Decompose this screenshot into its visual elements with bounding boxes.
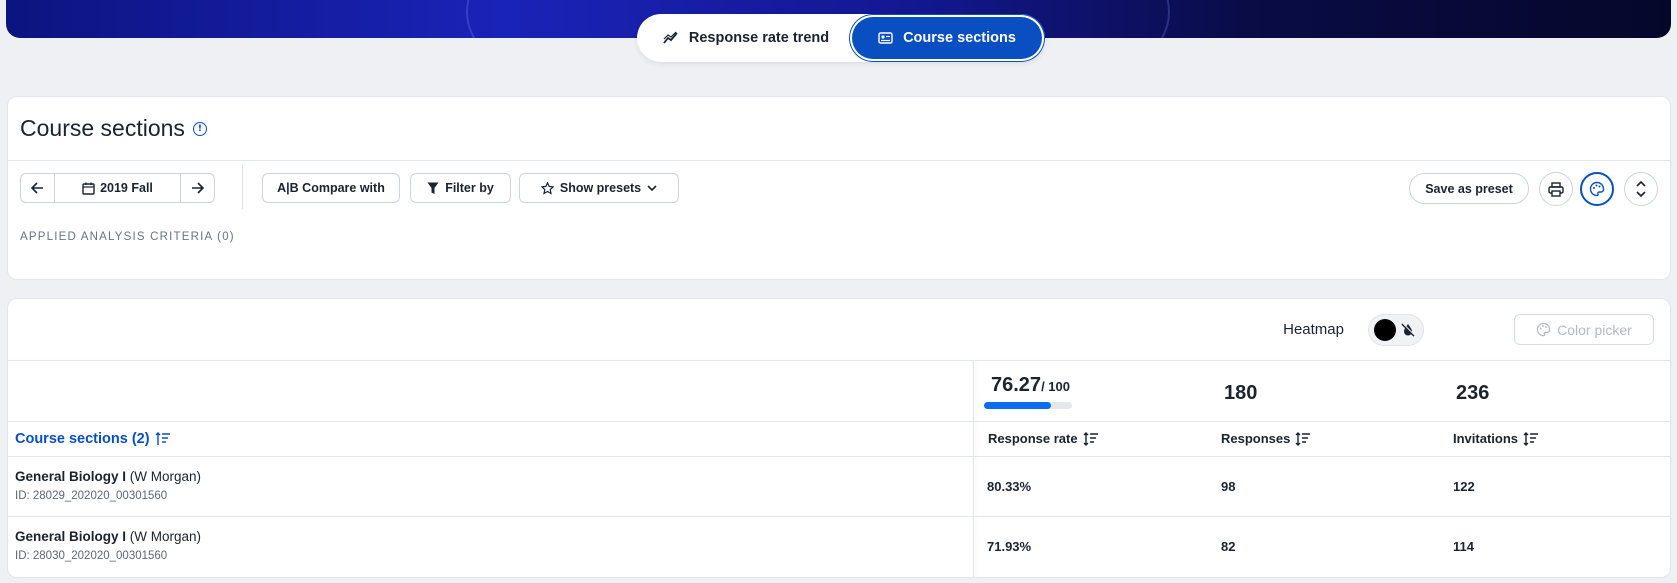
responses-column-header[interactable]: Responses	[1221, 431, 1311, 446]
course-title: General Biology I	[15, 469, 127, 484]
save-as-preset-button[interactable]: Save as preset	[1409, 173, 1529, 204]
responses-column-label: Responses	[1221, 431, 1291, 446]
summary-response-rate-max: / 100	[1041, 379, 1070, 394]
drop-off-icon	[1401, 323, 1415, 337]
term-label: 2019 Fall	[100, 181, 153, 195]
title-row: Course sections !	[8, 97, 1670, 161]
heatmap-label: Heatmap	[1283, 321, 1344, 338]
response-rate-progress-fill	[984, 402, 1052, 409]
instructor-name: (W Morgan)	[129, 469, 202, 484]
toggle-knob	[1374, 319, 1396, 341]
course-sections-column-label: Course sections (2)	[15, 431, 150, 447]
table-row-course-name[interactable]: General Biology I (W Morgan)	[15, 469, 201, 484]
invitations-column-header[interactable]: Invitations	[1453, 431, 1539, 446]
arrow-right-icon	[192, 182, 204, 194]
trend-line-icon	[663, 31, 678, 44]
course-id: ID: 28030_202020_00301560	[15, 550, 168, 562]
term-navigator: 2019 Fall	[20, 173, 215, 203]
sort-icon	[1523, 431, 1539, 446]
compare-with-label: A|B Compare with	[277, 181, 385, 195]
filter-icon	[427, 182, 439, 194]
frozen-column-divider	[973, 360, 974, 577]
toolbar: 2019 Fall A|B Compare with Filter by Sho…	[20, 165, 1658, 209]
table-top-border	[8, 360, 1670, 361]
course-sections-table-card: Heatmap Color picker	[7, 298, 1671, 578]
invitations-column-label: Invitations	[1453, 431, 1519, 446]
response-rate-cell: 80.33%	[987, 479, 1032, 494]
course-sections-tab[interactable]: Course sections	[852, 17, 1042, 59]
show-presets-label: Show presets	[559, 181, 642, 195]
compare-with-button[interactable]: A|B Compare with	[262, 173, 400, 203]
page-title: Course sections	[20, 115, 185, 141]
course-sections-column-header[interactable]: Course sections (2)	[15, 431, 171, 447]
palette-icon	[1589, 181, 1605, 197]
sort-icon	[155, 432, 170, 445]
filter-by-button[interactable]: Filter by	[410, 173, 511, 203]
expand-collapse-button[interactable]	[1624, 172, 1658, 206]
sort-icon	[1083, 431, 1098, 446]
response-rate-column-header[interactable]: Response rate	[988, 431, 1099, 446]
response-rate-progress-bar	[984, 402, 1072, 409]
responses-cell: 98	[1221, 479, 1236, 494]
responses-cell: 82	[1221, 539, 1236, 554]
arrow-left-icon	[31, 182, 43, 194]
table-row-border	[8, 456, 1670, 457]
color-picker-button[interactable]: Color picker	[1514, 314, 1654, 345]
table-row-course-name[interactable]: General Biology I (W Morgan)	[15, 529, 201, 544]
star-icon	[540, 181, 554, 195]
term-selector[interactable]: 2019 Fall	[54, 174, 181, 202]
palette-icon	[1536, 322, 1551, 337]
color-picker-label: Color picker	[1557, 321, 1632, 338]
invitations-cell: 114	[1453, 539, 1474, 554]
print-button[interactable]	[1539, 172, 1573, 206]
instructor-name: (W Morgan)	[129, 529, 202, 544]
response-rate-trend-label: Response rate trend	[688, 30, 830, 46]
heatmap-toggle[interactable]	[1368, 314, 1424, 346]
course-sections-tab-label: Course sections	[903, 30, 1016, 46]
previous-term-button[interactable]	[21, 174, 54, 202]
course-title: General Biology I	[15, 529, 127, 544]
calendar-icon	[82, 182, 95, 195]
palette-button[interactable]	[1580, 172, 1614, 206]
applied-criteria-label: APPLIED ANALYSIS CRITERIA (0)	[20, 231, 235, 243]
summary-response-rate-value: 76.27	[991, 374, 1042, 396]
response-rate-trend-tab[interactable]: Response rate trend	[640, 17, 852, 59]
info-icon[interactable]: !	[192, 121, 207, 136]
response-rate-column-label: Response rate	[988, 431, 1078, 446]
save-as-preset-label: Save as preset	[1425, 181, 1513, 196]
course-id: ID: 28029_202020_00301560	[15, 490, 168, 502]
heatmap-controls: Heatmap Color picker	[8, 299, 1670, 359]
id-card-icon	[878, 32, 893, 44]
chevron-up-down-icon	[1636, 181, 1646, 197]
course-sections-panel: Course sections ! 2019 Fall A|B Compare …	[7, 96, 1671, 280]
next-term-button[interactable]	[181, 174, 214, 202]
table-header-border	[8, 421, 1670, 422]
summary-invitations: 236	[1456, 382, 1490, 404]
invitations-cell: 122	[1453, 479, 1475, 494]
show-presets-button[interactable]: Show presets	[519, 173, 679, 203]
sort-icon	[1295, 431, 1311, 446]
chevron-down-icon	[647, 184, 657, 191]
toolbar-divider	[242, 165, 243, 209]
table-row-border	[8, 516, 1670, 517]
summary-response-rate: 76.27/ 100	[991, 374, 1070, 397]
summary-responses: 180	[1224, 382, 1258, 404]
view-switch: Response rate trend Course sections	[637, 14, 1045, 62]
printer-icon	[1548, 181, 1564, 197]
response-rate-cell: 71.93%	[987, 539, 1032, 554]
filter-by-label: Filter by	[445, 181, 494, 195]
